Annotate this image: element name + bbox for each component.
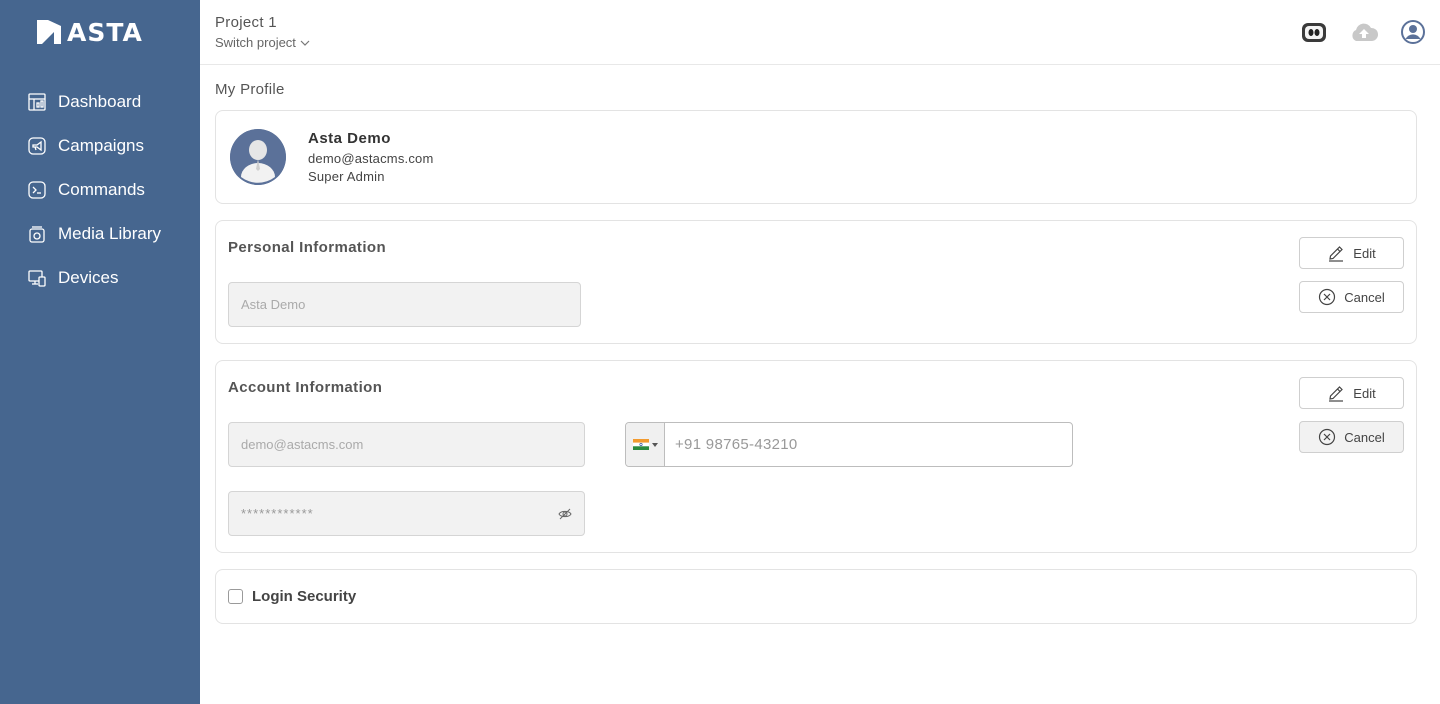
email-field-placeholder: demo@astacms.com (241, 437, 364, 452)
phone-field[interactable]: +91 98765-43210 (625, 422, 1073, 467)
terminal-icon (28, 181, 46, 199)
switch-project-button[interactable]: Switch project (215, 35, 310, 50)
cloud-upload-icon[interactable] (1349, 21, 1379, 43)
edit-label: Edit (1353, 385, 1376, 401)
app-root: ASTA Dashboard Campaigns Commands Media … (0, 0, 1440, 704)
pencil-icon (1329, 386, 1344, 402)
cancel-label: Cancel (1344, 289, 1385, 305)
personal-information-card: Personal Information Edit Cancel Asta De… (215, 220, 1417, 344)
cancel-label: Cancel (1344, 429, 1385, 445)
profile-role: Super Admin (308, 169, 385, 184)
megaphone-icon (28, 137, 46, 155)
personal-cancel-button[interactable]: Cancel (1299, 281, 1404, 313)
india-flag-icon (632, 439, 649, 450)
account-information-title: Account Information (228, 379, 383, 396)
brand-name: ASTA (67, 17, 143, 47)
account-cancel-button[interactable]: Cancel (1299, 421, 1404, 453)
sidebar-item-devices[interactable]: Devices (0, 256, 200, 300)
password-field[interactable]: ************ (228, 491, 585, 536)
close-circle-icon (1319, 288, 1336, 306)
caret-down-icon (651, 442, 658, 447)
switch-project-label: Switch project (215, 35, 296, 50)
topbar: Project 1 Switch project (200, 0, 1440, 65)
project-title: Project 1 (215, 14, 277, 31)
sidebar: ASTA Dashboard Campaigns Commands Media … (0, 0, 200, 704)
profile-email: demo@astacms.com (308, 151, 434, 166)
personal-information-title: Personal Information (228, 239, 387, 256)
chevron-down-icon (300, 40, 310, 46)
sidebar-item-label: Devices (58, 268, 119, 287)
sidebar-item-label: Campaigns (58, 136, 144, 155)
password-mask: ************ (241, 506, 314, 521)
sidebar-item-commands[interactable]: Commands (0, 168, 200, 212)
email-field[interactable]: demo@astacms.com (228, 422, 585, 467)
account-information-card: Account Information Edit Cancel demo@ast… (215, 360, 1417, 553)
account-edit-button[interactable]: Edit (1299, 377, 1404, 409)
profile-card: Asta Demo demo@astacms.com Super Admin (215, 110, 1417, 204)
login-security-checkbox[interactable] (228, 589, 243, 604)
sidebar-item-dashboard[interactable]: Dashboard (0, 80, 200, 124)
profile-info: Asta Demo demo@astacms.com Super Admin (308, 130, 434, 184)
user-icon[interactable] (1401, 20, 1425, 44)
sidebar-nav: Dashboard Campaigns Commands Media Libra… (0, 80, 200, 300)
eye-off-icon[interactable] (558, 508, 572, 520)
project-switcher: Project 1 Switch project (215, 14, 310, 50)
personal-edit-button[interactable]: Edit (1299, 237, 1404, 269)
devices-icon (28, 269, 46, 287)
phone-number: +91 98765-43210 (675, 436, 798, 453)
profile-name: Asta Demo (308, 130, 391, 147)
sidebar-item-label: Media Library (58, 224, 161, 243)
profile-page: My Profile Asta Demo demo@astacms.com Su… (200, 81, 1440, 624)
topbar-actions (1301, 20, 1425, 44)
sidebar-item-media-library[interactable]: Media Library (0, 212, 200, 256)
edit-label: Edit (1353, 245, 1376, 261)
page-title: My Profile (215, 81, 285, 98)
login-security-label[interactable]: Login Security (252, 588, 356, 605)
country-selector[interactable] (626, 423, 665, 466)
sidebar-item-campaigns[interactable]: Campaigns (0, 124, 200, 168)
dashboard-icon (28, 93, 46, 111)
robot-icon[interactable] (1301, 20, 1327, 44)
name-field[interactable]: Asta Demo (228, 282, 581, 327)
sidebar-item-label: Dashboard (58, 92, 142, 111)
media-icon (28, 225, 46, 243)
pencil-icon (1329, 246, 1344, 262)
name-field-placeholder: Asta Demo (241, 297, 306, 312)
sidebar-item-label: Commands (58, 180, 145, 199)
main-content: Project 1 Switch project My Profile Asta… (200, 0, 1440, 704)
logo-mark-icon (37, 20, 61, 44)
avatar (230, 129, 286, 185)
close-circle-icon (1319, 428, 1336, 446)
logo[interactable]: ASTA (0, 0, 200, 64)
login-security-card: Login Security (215, 569, 1417, 624)
